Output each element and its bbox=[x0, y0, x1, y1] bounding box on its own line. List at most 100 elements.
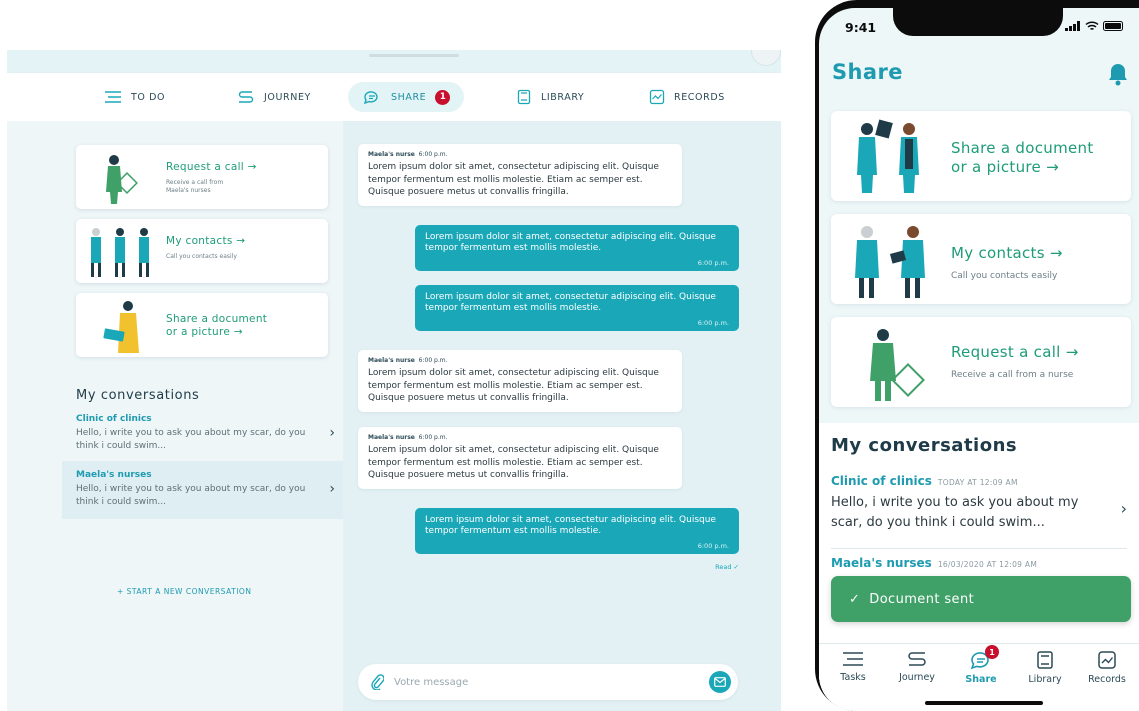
tab-bar: TO DO JOURNEY SHARE 1 LIBRARY RECORDS bbox=[7, 73, 781, 121]
page-title: Share bbox=[832, 60, 903, 84]
share-document-card[interactable]: Share a document or a picture → bbox=[76, 293, 328, 357]
tab-journey[interactable]: JOURNEY bbox=[237, 82, 311, 112]
conversation-item-clinic[interactable]: Clinic of clinics Hello, i write you to … bbox=[62, 405, 343, 463]
request-call-title: Request a call → bbox=[951, 343, 1079, 361]
battery-icon bbox=[1103, 21, 1123, 31]
message-time: 6:00 p.m. bbox=[418, 357, 448, 364]
chart-icon bbox=[649, 89, 665, 105]
conversation-name-text: Clinic of clinics bbox=[831, 474, 932, 488]
message-outgoing: Lorem ipsum dolor sit amet, consectetur … bbox=[415, 225, 739, 271]
conversation-name[interactable]: Clinic of clinics TODAY AT 12:09 AM bbox=[831, 474, 1018, 488]
paperclip-icon[interactable] bbox=[370, 674, 384, 690]
my-contacts-card[interactable]: My contacts → Call you contacts easily bbox=[76, 219, 328, 283]
nav-records[interactable]: Records bbox=[1077, 650, 1137, 685]
my-contacts-title: My contacts → bbox=[951, 244, 1063, 262]
message-text: Lorem ipsum dolor sit amet, consectetur … bbox=[425, 232, 716, 253]
message-incoming: Maela's nurse 6:00 p.m. Lorem ipsum dolo… bbox=[358, 350, 682, 412]
start-conversation-button[interactable]: + START A NEW CONVERSATION bbox=[117, 587, 251, 596]
nav-journey-label: Journey bbox=[899, 672, 935, 683]
list-icon bbox=[843, 652, 863, 666]
document-sent-toast: ✓ Document sent bbox=[831, 576, 1131, 622]
status-icons bbox=[1065, 21, 1125, 31]
message-sender: Maela's nurse bbox=[368, 151, 415, 158]
message-meta: Maela's nurse 6:00 p.m. bbox=[368, 357, 672, 364]
tab-todo[interactable]: TO DO bbox=[104, 82, 165, 112]
send-button[interactable] bbox=[709, 671, 731, 693]
my-contacts-card[interactable]: My contacts → Call you contacts easily bbox=[831, 214, 1131, 304]
nav-share[interactable]: 1 Share bbox=[951, 645, 1011, 685]
phone-screen: 9:41 Share Share a document or a picture… bbox=[819, 8, 1139, 711]
doctors-document-illustration bbox=[857, 119, 919, 193]
read-receipt: Read ✓ bbox=[715, 563, 739, 571]
conversation-date: TODAY AT 12:09 AM bbox=[937, 478, 1018, 487]
phone-frame: 9:41 Share Share a document or a picture… bbox=[815, 0, 1139, 711]
notification-badge: 1 bbox=[985, 645, 999, 659]
contacts-illustration bbox=[91, 228, 149, 277]
message-sender: Maela's nurse bbox=[368, 357, 415, 364]
profile-circle[interactable] bbox=[751, 50, 781, 66]
share-document-title-line2: or a picture → bbox=[951, 158, 1059, 176]
my-contacts-title: My contacts → bbox=[166, 235, 246, 247]
message-time: 6:00 p.m. bbox=[697, 319, 729, 327]
chevron-right-icon: › bbox=[329, 481, 335, 497]
truncated-header bbox=[369, 54, 459, 57]
tablet-top-bar bbox=[7, 50, 781, 73]
nav-tasks-label: Tasks bbox=[840, 672, 866, 683]
conversation-name[interactable]: Maela's nurses 16/03/2020 AT 12:09 AM bbox=[831, 556, 1037, 570]
book-icon bbox=[517, 89, 531, 105]
nav-share-label: Share bbox=[965, 674, 997, 685]
message-outgoing: Lorem ipsum dolor sit amet, consectetur … bbox=[415, 285, 739, 331]
chevron-right-icon[interactable]: › bbox=[1121, 499, 1127, 518]
message-outgoing: Lorem ipsum dolor sit amet, consectetur … bbox=[415, 508, 739, 554]
message-incoming: Maela's nurse 6:00 p.m. Lorem ipsum dolo… bbox=[358, 427, 682, 489]
message-text: Lorem ipsum dolor sit amet, consectetur … bbox=[368, 445, 659, 480]
tab-share[interactable]: SHARE 1 bbox=[348, 82, 465, 112]
tab-library-label: LIBRARY bbox=[541, 91, 585, 103]
path-icon bbox=[908, 652, 926, 666]
conversation-preview[interactable]: Hello, i write you to ask you about my s… bbox=[831, 493, 1091, 533]
divider bbox=[831, 548, 1127, 549]
status-time: 9:41 bbox=[845, 20, 877, 35]
wifi-icon bbox=[1085, 21, 1099, 30]
contacts-illustration bbox=[855, 226, 925, 298]
conversation-item-maela[interactable]: Maela's nurses Hello, i write you to ask… bbox=[62, 461, 343, 519]
message-text: Lorem ipsum dolor sit amet, consectetur … bbox=[368, 368, 659, 403]
conversation-date: 16/03/2020 AT 12:09 AM bbox=[937, 560, 1038, 569]
request-call-title: Request a call → bbox=[166, 161, 257, 173]
conversation-name: Maela's nurses bbox=[76, 470, 152, 480]
conversation-preview: Hello, i write you to ask you about my s… bbox=[76, 484, 306, 507]
nav-tasks[interactable]: Tasks bbox=[823, 650, 883, 683]
nurse-phone-illustration bbox=[106, 155, 138, 204]
bell-icon[interactable] bbox=[1107, 62, 1129, 86]
nav-journey[interactable]: Journey bbox=[887, 650, 947, 683]
chart-icon bbox=[1098, 651, 1116, 669]
request-call-card[interactable]: Request a call → Receive a call from Mae… bbox=[76, 145, 328, 209]
my-contacts-subtitle: Call you contacts easily bbox=[951, 271, 1058, 281]
signal-icon bbox=[1065, 21, 1080, 31]
tab-records[interactable]: RECORDS bbox=[649, 82, 725, 112]
chat-panel: Maela's nurse 6:00 p.m. Lorem ipsum dolo… bbox=[343, 121, 781, 711]
notch bbox=[893, 8, 1063, 36]
notification-badge: 1 bbox=[435, 89, 451, 105]
tab-share-label: SHARE bbox=[391, 91, 427, 103]
request-call-card[interactable]: Request a call → Receive a call from a n… bbox=[831, 317, 1131, 407]
request-call-subtitle: Receive a call from a nurse bbox=[951, 370, 1074, 380]
home-indicator bbox=[925, 701, 1043, 705]
request-call-subtitle: Receive a call from Maela's nurses bbox=[166, 179, 224, 194]
message-time: 6:00 p.m. bbox=[697, 259, 729, 267]
share-document-card[interactable]: Share a document or a picture → bbox=[831, 111, 1131, 201]
toast-text: Document sent bbox=[869, 591, 975, 607]
nav-records-label: Records bbox=[1088, 674, 1126, 685]
nav-library[interactable]: Library bbox=[1015, 650, 1075, 685]
tablet-app: TO DO JOURNEY SHARE 1 LIBRARY RECORDS Re… bbox=[7, 50, 781, 711]
nav-library-label: Library bbox=[1028, 674, 1062, 685]
message-input[interactable] bbox=[394, 673, 694, 691]
message-sender: Maela's nurse bbox=[368, 434, 415, 441]
message-time: 6:00 p.m. bbox=[697, 542, 729, 550]
tab-library[interactable]: LIBRARY bbox=[516, 82, 584, 112]
check-icon: ✓ bbox=[849, 591, 861, 607]
envelope-icon bbox=[714, 677, 726, 687]
my-contacts-subtitle: Call you contacts easily bbox=[166, 253, 237, 260]
nurse-phone-illustration bbox=[870, 329, 925, 401]
message-time: 6:00 p.m. bbox=[418, 434, 448, 441]
